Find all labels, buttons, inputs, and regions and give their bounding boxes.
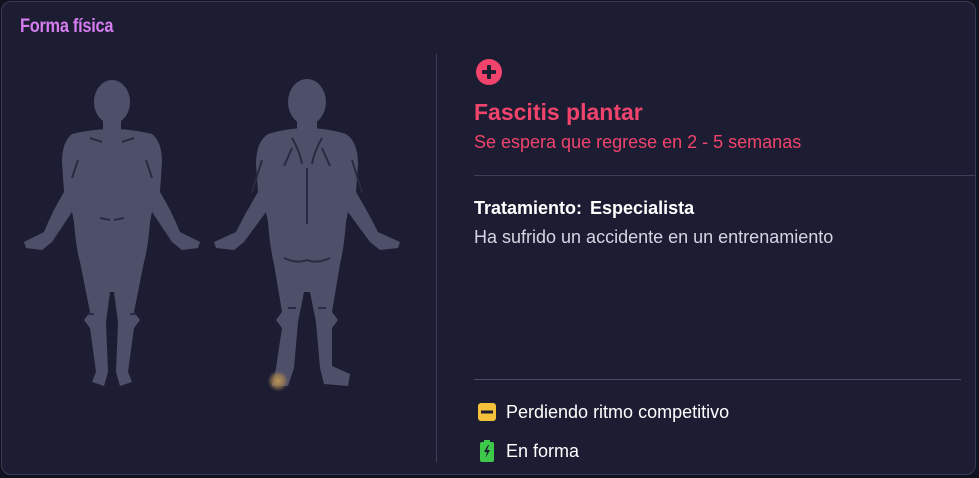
plus-circle-icon bbox=[475, 58, 503, 86]
treatment-value: Especialista bbox=[590, 198, 695, 218]
status-item: Perdiendo ritmo competitivo bbox=[478, 401, 729, 423]
front-body-figure[interactable] bbox=[24, 80, 200, 386]
minus-badge-icon bbox=[478, 401, 496, 423]
status-divider bbox=[474, 379, 961, 380]
back-body-figure[interactable] bbox=[214, 79, 400, 386]
fitness-card: Forma física Fascitis plantar Se espera … bbox=[1, 1, 976, 475]
injury-spot-marker[interactable] bbox=[267, 370, 289, 392]
section-divider bbox=[474, 175, 975, 176]
treatment-label: Tratamiento: bbox=[474, 198, 583, 218]
status-label: Perdiendo ritmo competitivo bbox=[506, 401, 730, 422]
body-map-figures bbox=[24, 79, 400, 392]
status-item: En forma bbox=[478, 440, 579, 462]
card-title: Forma física bbox=[20, 16, 114, 37]
status-label: En forma bbox=[506, 440, 580, 461]
injury-name: Fascitis plantar bbox=[474, 99, 643, 125]
body-map bbox=[2, 52, 432, 412]
vertical-divider bbox=[436, 54, 437, 462]
treatment-description: Ha sufrido un accidente en un entrenamie… bbox=[474, 227, 834, 247]
treatment-line: Tratamiento: Especialista bbox=[474, 198, 694, 219]
injury-return-estimate: Se espera que regrese en 2 - 5 semanas bbox=[474, 132, 802, 152]
battery-charging-icon bbox=[478, 440, 496, 462]
